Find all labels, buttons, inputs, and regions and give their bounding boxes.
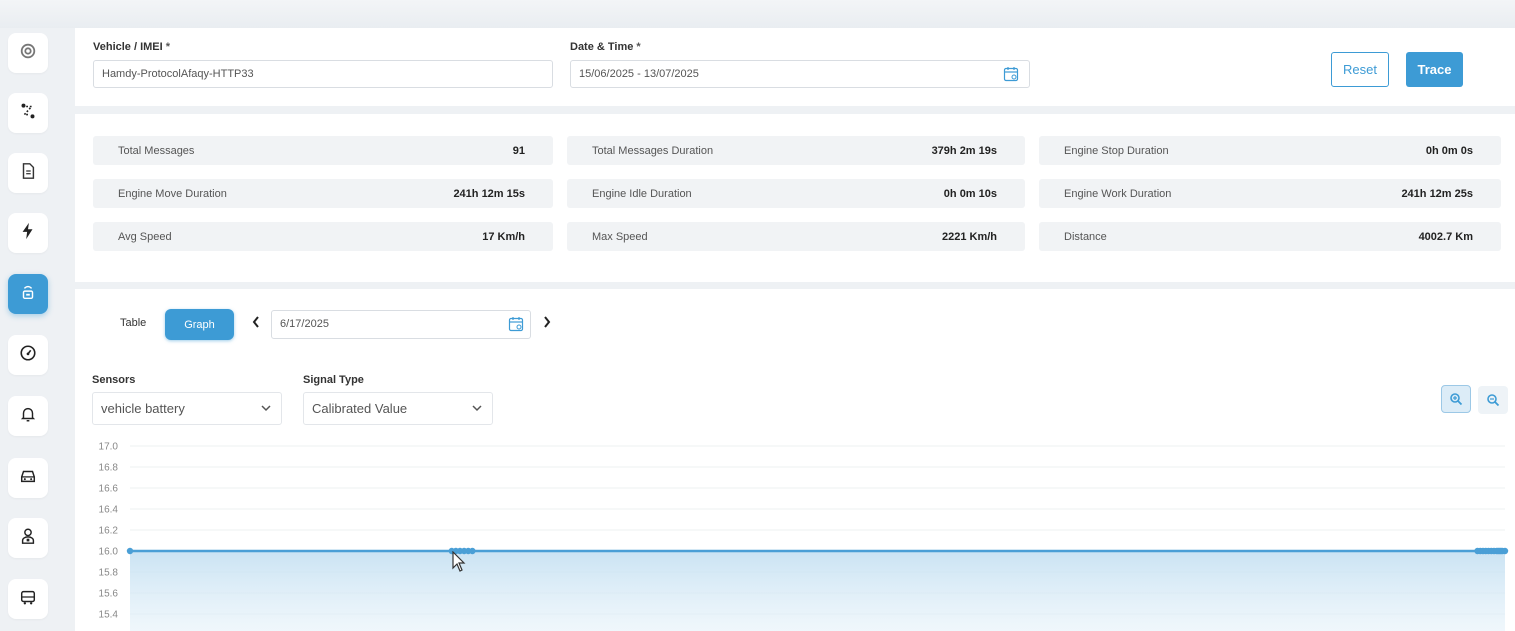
sidebar (0, 28, 60, 631)
stat-value: 4002.7 Km (1418, 230, 1473, 243)
trace-button[interactable]: Trace (1406, 52, 1463, 87)
driver-icon (19, 527, 37, 550)
sidebar-item-dashboard[interactable] (8, 33, 48, 73)
top-strip (0, 0, 1515, 28)
sidebar-item-sensors[interactable] (8, 274, 48, 314)
sidebar-item-events[interactable] (8, 213, 48, 253)
stat-label: Avg Speed (118, 230, 172, 243)
route-icon (19, 102, 37, 125)
vehicle-input[interactable]: Hamdy-ProtocolAfaqy-HTTP33 (93, 60, 553, 88)
stat-engine-work-duration: Engine Work Duration 241h 12m 25s (1039, 179, 1501, 208)
y-tick-label: 15.8 (99, 568, 119, 579)
stat-engine-idle-duration: Engine Idle Duration 0h 0m 10s (567, 179, 1025, 208)
lightning-icon (19, 222, 37, 245)
stat-value: 0h 0m 10s (943, 187, 997, 200)
stat-distance: Distance 4002.7 Km (1039, 222, 1501, 251)
sensor-icon (19, 283, 37, 306)
bus-icon (19, 588, 37, 611)
y-tick-label: 16.6 (99, 484, 119, 495)
y-tick-label: 16.0 (99, 547, 119, 558)
stat-value: 2221 Km/h (941, 230, 997, 243)
speedometer-icon (19, 344, 37, 367)
dashboard-icon (19, 42, 37, 65)
trace-button-label: Trace (1417, 62, 1452, 77)
stat-label: Total Messages Duration (592, 144, 714, 157)
data-point (469, 547, 476, 555)
document-icon (19, 162, 37, 185)
sidebar-item-notifications[interactable] (8, 396, 48, 436)
y-tick-label: 15.6 (99, 589, 119, 600)
date-range-value: 15/06/2025 - 13/07/2025 (579, 68, 699, 80)
stat-value: 17 Km/h (482, 230, 525, 243)
stat-label: Engine Work Duration (1064, 187, 1172, 200)
series-area (130, 551, 1505, 631)
stat-value: 0h 0m 0s (1425, 144, 1473, 157)
stat-label: Total Messages (118, 144, 195, 157)
stat-value: 241h 12m 25s (1401, 187, 1473, 200)
car-icon (19, 467, 37, 490)
date-label: Date & Time * (570, 41, 641, 53)
vehicle-input-value: Hamdy-ProtocolAfaqy-HTTP33 (102, 68, 254, 80)
stat-label: Engine Move Duration (118, 187, 227, 200)
y-tick-label: 17.0 (99, 442, 119, 453)
reset-button[interactable]: Reset (1331, 52, 1389, 87)
stat-max-speed: Max Speed 2221 Km/h (567, 222, 1025, 251)
y-tick-label: 16.8 (99, 463, 119, 474)
stat-label: Distance (1064, 230, 1107, 243)
stat-label: Engine Stop Duration (1064, 144, 1169, 157)
required-mark: * (165, 41, 170, 53)
sidebar-item-drivers[interactable] (8, 518, 48, 558)
data-point (126, 547, 134, 555)
mouse-cursor-icon (452, 551, 466, 572)
graph-panel: Table Graph 6/17/2025 Sensors vehicle ba… (75, 289, 1515, 631)
stat-label: Max Speed (592, 230, 648, 243)
data-point (1501, 547, 1509, 555)
stat-value: 379h 2m 19s (931, 144, 997, 157)
stat-avg-speed: Avg Speed 17 Km/h (93, 222, 553, 251)
stat-value: 241h 12m 15s (453, 187, 525, 200)
y-tick-label: 16.2 (99, 526, 119, 537)
date-range-input[interactable]: 15/06/2025 - 13/07/2025 (570, 60, 1030, 88)
stats-panel: Total Messages 91 Total Messages Duration… (75, 114, 1515, 282)
sidebar-item-reports[interactable] (8, 153, 48, 193)
stat-engine-stop-duration: Engine Stop Duration 0h 0m 0s (1039, 136, 1501, 165)
trace-form-panel: Vehicle / IMEI * Hamdy-ProtocolAfaqy-HTTP… (75, 28, 1515, 106)
stat-label: Engine Idle Duration (592, 187, 692, 200)
vehicle-label: Vehicle / IMEI * (93, 41, 170, 53)
stat-total-messages: Total Messages 91 (93, 136, 553, 165)
sensor-chart[interactable]: 17.0 16.8 16.6 16.4 16.2 16.0 15.8 15.6 15.4 (75, 289, 1515, 631)
sidebar-item-vehicles[interactable] (8, 458, 48, 498)
sidebar-item-routes[interactable] (8, 93, 48, 133)
sidebar-item-speed[interactable] (8, 335, 48, 375)
required-mark: * (636, 41, 641, 53)
stat-total-messages-duration: Total Messages Duration 379h 2m 19s (567, 136, 1025, 165)
sidebar-item-fleet[interactable] (8, 579, 48, 619)
bell-icon (19, 405, 37, 428)
stat-engine-move-duration: Engine Move Duration 241h 12m 15s (93, 179, 553, 208)
reset-button-label: Reset (1343, 62, 1377, 77)
vehicle-label-text: Vehicle / IMEI (93, 41, 163, 53)
date-label-text: Date & Time (570, 41, 634, 53)
stat-value: 91 (512, 144, 525, 157)
y-tick-label: 15.4 (99, 610, 119, 621)
y-tick-label: 16.4 (99, 505, 119, 516)
calendar-icon[interactable] (1003, 66, 1019, 82)
